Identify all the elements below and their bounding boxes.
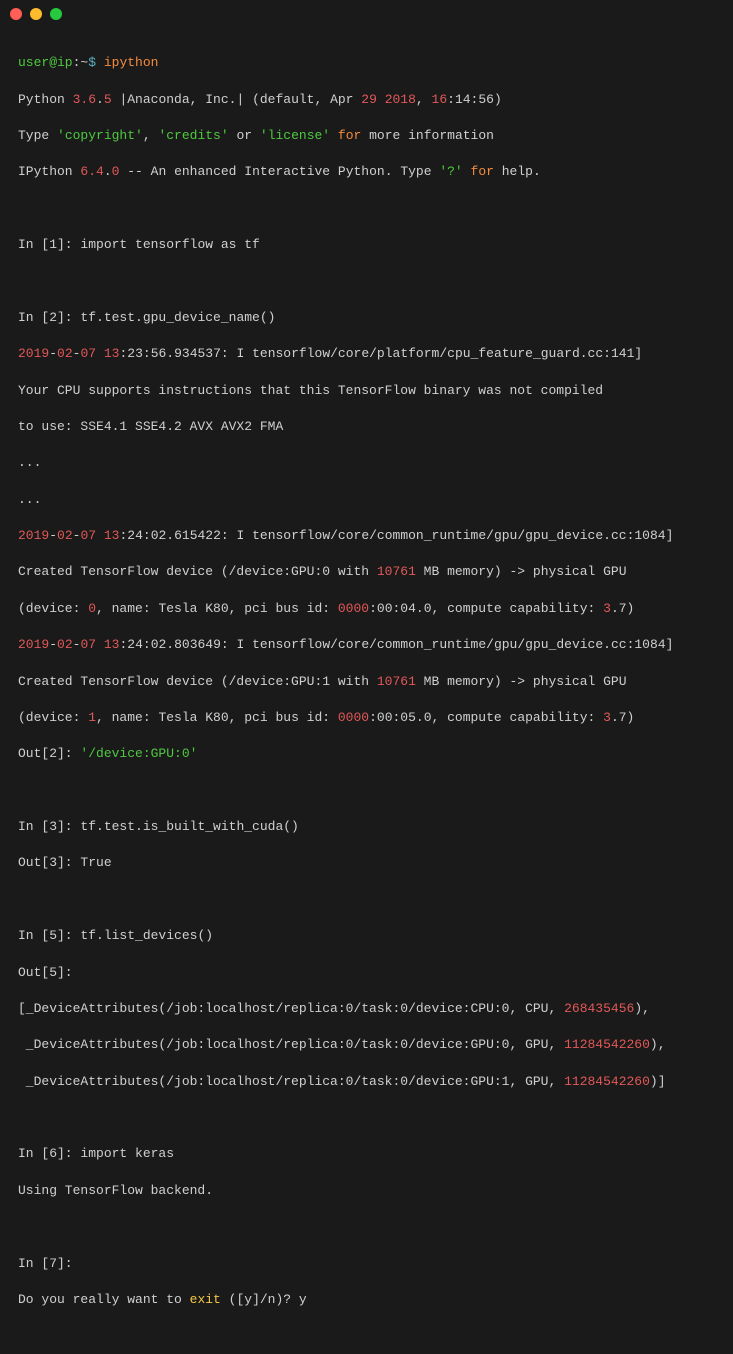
maximize-icon[interactable] (50, 8, 62, 20)
keras-backend: Using TensorFlow backend. (18, 1182, 715, 1200)
in-code-2: tf.test.gpu_device_name() (80, 310, 275, 325)
in-prompt-5: In [5]: (18, 928, 80, 943)
out-prompt-3: Out[3]: (18, 855, 80, 870)
exit-word: exit (190, 1292, 221, 1307)
in-prompt-3: In [3]: (18, 819, 80, 834)
prompt-path: :~ (73, 55, 89, 70)
minimize-icon[interactable] (30, 8, 42, 20)
in-prompt-1: In [1]: (18, 237, 80, 252)
python-version-text: Python (18, 92, 73, 107)
terminal-window: user@ip:~$ ipython Python 3.6.5 |Anacond… (0, 0, 733, 690)
terminal-output[interactable]: user@ip:~$ ipython Python 3.6.5 |Anacond… (0, 28, 733, 1354)
command: ipython (104, 55, 159, 70)
in-code-3: tf.test.is_built_with_cuda() (80, 819, 298, 834)
in-prompt-7: In [7]: (18, 1255, 715, 1273)
prompt-user: user@ip (18, 55, 73, 70)
close-icon[interactable] (10, 8, 22, 20)
out-prompt-5: Out[5]: (18, 964, 715, 982)
in-prompt-6: In [6]: (18, 1146, 80, 1161)
titlebar (0, 0, 733, 28)
in-code-6: import keras (80, 1146, 174, 1161)
out-prompt-2: Out[2]: (18, 746, 80, 761)
prompt-dollar: $ (88, 55, 96, 70)
in-prompt-2: In [2]: (18, 310, 80, 325)
out-value-3: True (80, 855, 111, 870)
in-code-5: tf.list_devices() (80, 928, 213, 943)
out-value-2: '/device:GPU:0' (80, 746, 197, 761)
python-ver-maj: 3.6 (73, 92, 96, 107)
in-code-1: import tensorflow as tf (80, 237, 259, 252)
